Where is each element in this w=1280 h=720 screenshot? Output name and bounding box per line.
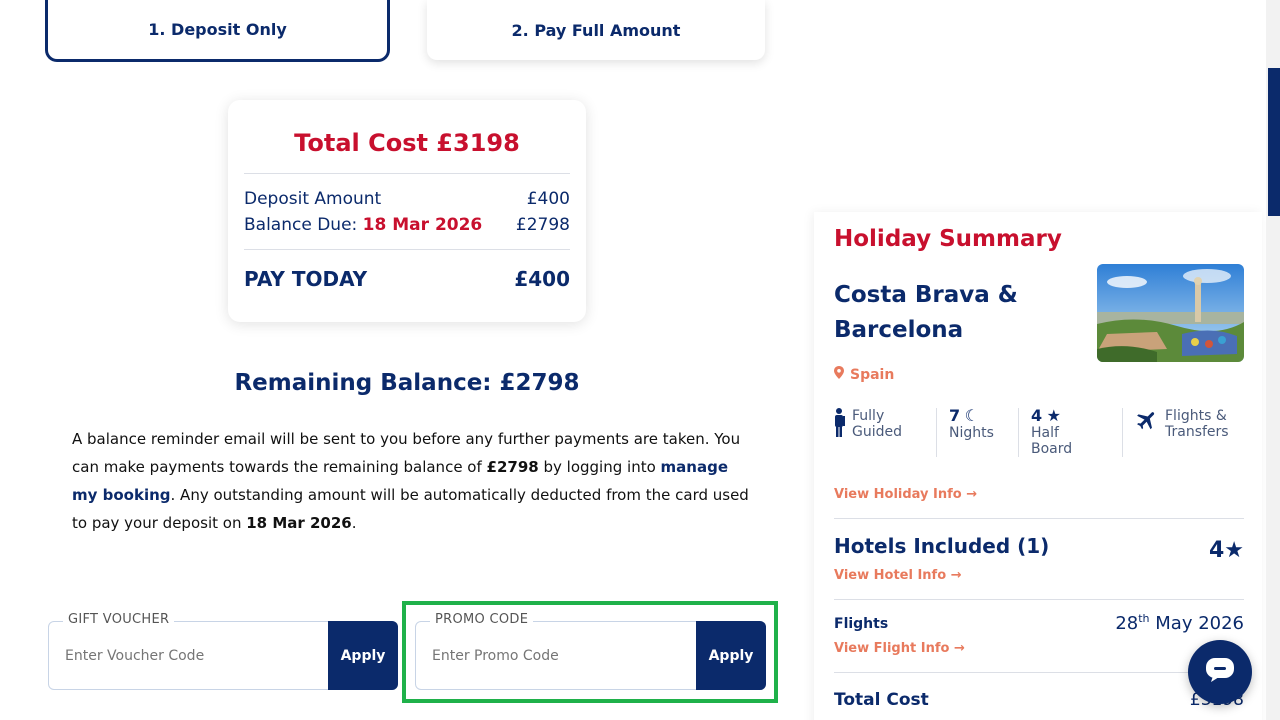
card-divider [244, 173, 570, 174]
deposit-amount-label: Deposit Amount [244, 189, 382, 209]
card-divider [244, 249, 570, 250]
moon-icon: ☾ [964, 406, 979, 425]
gift-voucher-apply-button[interactable]: Apply [328, 621, 398, 690]
hotel-rating: 4★ [1208, 538, 1244, 563]
view-holiday-info-link[interactable]: View Holiday Info → [834, 487, 977, 502]
scrollbar-thumb[interactable] [1268, 68, 1280, 216]
arrow-right-icon: → [950, 568, 962, 583]
promo-code-input[interactable] [432, 648, 672, 664]
trip-image [1097, 264, 1244, 362]
promo-code-apply-button[interactable]: Apply [696, 621, 766, 690]
summary-divider [834, 672, 1244, 673]
feature-flights-transfers: Flights & Transfers [1122, 408, 1244, 457]
gift-voucher-input[interactable] [65, 648, 305, 664]
balance-due-date: 18 Mar 2026 [362, 215, 483, 235]
nights-count: 7 [949, 406, 961, 425]
gift-voucher-label: GIFT VOUCHER [63, 612, 175, 627]
deposit-amount-row: Deposit Amount £400 [244, 189, 570, 209]
chat-bubble-icon [1205, 657, 1235, 687]
total-cost-title: Total Cost £3198 [294, 129, 520, 157]
board-rating: 4 [1031, 406, 1043, 425]
guide-person-icon [832, 408, 846, 457]
summary-divider [834, 518, 1244, 519]
holiday-summary-title: Holiday Summary [834, 226, 1062, 252]
trip-features: Fully Guided 7 ☾ Nights 4 ★ Half Board Fl… [832, 408, 1244, 457]
trip-location: Spain [834, 366, 894, 383]
balance-amount: £2798 [486, 458, 539, 476]
view-flight-info-link[interactable]: View Flight Info → [834, 641, 965, 656]
star-icon: ★ [1046, 406, 1061, 425]
balance-due-label: Balance Due: 18 Mar 2026 [244, 215, 483, 235]
promo-code-label: PROMO CODE [430, 612, 534, 627]
flights-title: Flights [834, 616, 889, 632]
holiday-summary-panel: Holiday Summary Costa Brava & Barcelona [814, 212, 1262, 720]
chat-button[interactable] [1188, 640, 1252, 704]
trip-name: Costa Brava & Barcelona [834, 282, 1018, 343]
summary-divider [834, 599, 1244, 600]
deposit-only-label: 1. Deposit Only [148, 20, 287, 39]
hotels-included-title: Hotels Included (1) [834, 534, 1050, 558]
gift-voucher-field: GIFT VOUCHER Apply [48, 612, 398, 690]
arrow-right-icon: → [953, 641, 965, 656]
pay-today-value: £400 [514, 267, 570, 291]
feature-fully-guided: Fully Guided [832, 408, 936, 457]
deposit-amount-value: £400 [526, 189, 570, 209]
arrow-right-icon: → [966, 487, 978, 502]
balance-due-value: £2798 [515, 215, 570, 235]
feature-nights: 7 ☾ Nights [936, 408, 1018, 457]
location-pin-icon [834, 366, 844, 383]
location-label: Spain [850, 366, 895, 383]
deposit-only-option[interactable]: 1. Deposit Only [45, 0, 390, 62]
pay-full-amount-option[interactable]: 2. Pay Full Amount [427, 0, 765, 60]
flight-date: 28th May 2026 [1115, 612, 1244, 634]
view-hotel-info-link[interactable]: View Hotel Info → [834, 568, 962, 583]
promo-code-field: PROMO CODE Apply [415, 612, 766, 690]
pay-full-amount-label: 2. Pay Full Amount [511, 20, 681, 40]
balance-due-row: Balance Due: 18 Mar 2026 £2798 [244, 215, 570, 235]
total-cost-label: Total Cost [834, 690, 929, 710]
pay-today-row: PAY TODAY £400 [244, 267, 570, 291]
balance-reminder-text: A balance reminder email will be sent to… [72, 430, 749, 532]
plane-icon [1135, 408, 1159, 457]
total-cost-card: Total Cost £3198 Deposit Amount £400 Bal… [228, 100, 586, 322]
deposit-date: 18 Mar 2026 [246, 514, 352, 532]
pay-today-label: PAY TODAY [244, 267, 368, 291]
remaining-balance-heading: Remaining Balance: £2798 [234, 370, 580, 396]
feature-board: 4 ★ Half Board [1018, 408, 1122, 457]
